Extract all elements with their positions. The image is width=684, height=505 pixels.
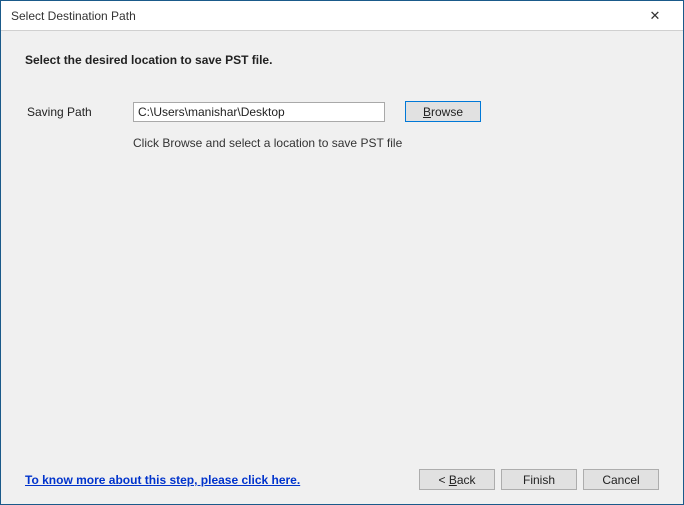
back-button[interactable]: < Back <box>419 469 495 490</box>
finish-button[interactable]: Finish <box>501 469 577 490</box>
back-prefix: < <box>438 473 448 487</box>
dialog-content: Select the desired location to save PST … <box>1 31 683 504</box>
footer-buttons: < Back Finish Cancel <box>419 469 659 490</box>
browse-button[interactable]: Browse <box>405 101 481 122</box>
saving-path-input[interactable] <box>133 102 385 122</box>
saving-path-label: Saving Path <box>25 105 133 119</box>
dialog-window: Select Destination Path ✕ Select the des… <box>0 0 684 505</box>
instruction-text: Select the desired location to save PST … <box>25 53 659 67</box>
close-icon: ✕ <box>650 8 661 24</box>
browse-mnemonic: B <box>423 105 431 119</box>
hint-text: Click Browse and select a location to sa… <box>133 136 659 150</box>
window-title: Select Destination Path <box>11 9 635 23</box>
saving-path-row: Saving Path Browse <box>25 101 659 122</box>
help-link[interactable]: To know more about this step, please cli… <box>25 473 300 487</box>
titlebar: Select Destination Path ✕ <box>1 1 683 31</box>
close-button[interactable]: ✕ <box>635 2 675 30</box>
cancel-button[interactable]: Cancel <box>583 469 659 490</box>
back-rest: ack <box>457 473 476 487</box>
dialog-footer: To know more about this step, please cli… <box>25 459 659 490</box>
browse-label-rest: rowse <box>431 105 463 119</box>
back-mnemonic: B <box>449 473 457 487</box>
